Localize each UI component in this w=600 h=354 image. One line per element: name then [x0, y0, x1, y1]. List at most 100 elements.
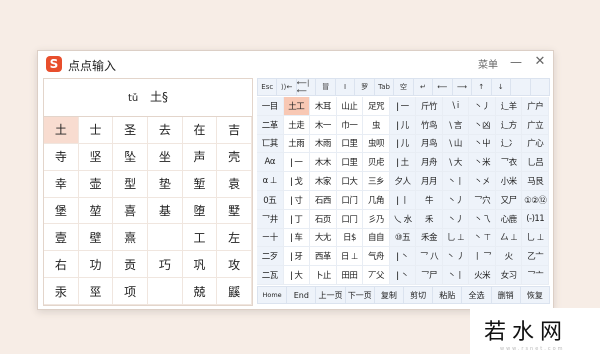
candidate-cell[interactable]: 左 [217, 224, 252, 252]
stroke-cell[interactable]: 广立 [522, 115, 549, 135]
stroke-cell[interactable]: 乛井 [257, 209, 284, 229]
stroke-cell[interactable]: 月舟 [416, 153, 443, 173]
stroke-cell[interactable]: 马艮 [522, 172, 549, 191]
stroke-cell[interactable]: \ 大 [442, 153, 470, 173]
stroke-cell[interactable]: ǀ 大 [283, 266, 311, 285]
toolbar-key[interactable]: ↓ [490, 78, 512, 96]
candidate-cell[interactable]: 贡 [113, 251, 148, 279]
stroke-cell[interactable]: ǀ 丶 [389, 266, 417, 285]
stroke-cell[interactable]: 0五 [257, 190, 284, 210]
stroke-cell[interactable]: 口里 [336, 153, 364, 173]
stroke-cell[interactable]: ǀ 土 [389, 153, 417, 173]
stroke-cell[interactable]: 丶米 [469, 153, 496, 173]
toolbar-key[interactable]: ⟶ [451, 78, 473, 96]
stroke-cell[interactable]: 口里 [336, 134, 364, 154]
stroke-cell[interactable]: 卜止 [310, 266, 337, 285]
stroke-cell[interactable]: 丶屮 [469, 134, 496, 154]
stroke-cell[interactable]: 日 ⊥ [336, 247, 364, 267]
candidate-cell[interactable]: 堑 [182, 170, 218, 198]
stroke-cell[interactable]: \ i [442, 97, 470, 116]
candidate-cell[interactable]: 巧 [148, 251, 183, 279]
candidate-cell[interactable]: 功 [78, 251, 114, 279]
menu-button[interactable]: 菜单 [478, 56, 498, 71]
stroke-cell[interactable]: (-)11 [522, 209, 549, 229]
stroke-cell[interactable]: 辶方 [495, 115, 523, 135]
candidate-cell[interactable]: 壁 [78, 224, 114, 252]
stroke-cell[interactable]: 气舟 [363, 247, 390, 267]
edit-key[interactable]: 下一页 [344, 286, 375, 304]
toolbar-key[interactable]: ↑ [471, 78, 492, 96]
candidate-cell[interactable]: 去 [148, 117, 183, 144]
candidate-cell[interactable]: 兢 [182, 278, 218, 305]
stroke-cell[interactable]: 火 [495, 247, 523, 267]
stroke-cell[interactable]: 木雨 [310, 134, 337, 154]
candidate-cell[interactable]: 坚 [78, 143, 114, 171]
stroke-cell[interactable]: 土走 [283, 115, 311, 135]
toolbar-key[interactable]: Ⅰ [334, 78, 356, 96]
stroke-cell[interactable]: 自自 [363, 228, 390, 248]
candidate-cell[interactable]: 熹 [113, 224, 148, 252]
stroke-cell[interactable]: ǀ 一 [389, 97, 417, 116]
stroke-cell[interactable]: 田田 [336, 266, 364, 285]
stroke-cell[interactable]: ①②⑫ [522, 190, 549, 210]
toolbar-key[interactable] [510, 78, 531, 96]
stroke-cell[interactable]: 丶 丿 [442, 247, 470, 267]
stroke-cell[interactable]: 月月 [416, 172, 443, 191]
title-bar[interactable]: S 点点输入 菜单 — ✕ [38, 51, 553, 77]
edit-key[interactable]: 粘贴 [432, 286, 463, 304]
stroke-cell[interactable]: 二瓦 [257, 266, 284, 285]
stroke-cell[interactable]: ǀ 牙 [283, 247, 311, 267]
minimize-button[interactable]: — [508, 53, 524, 71]
stroke-cell[interactable]: 斤竹 [416, 97, 443, 116]
stroke-cell[interactable]: ㄧ十 [257, 228, 284, 248]
stroke-cell[interactable]: 丨 乛 [469, 247, 496, 267]
candidate-cell[interactable]: 坠 [113, 143, 148, 171]
toolbar-key[interactable]: 冒 [315, 78, 336, 96]
stroke-cell[interactable]: 火米 [469, 266, 496, 285]
candidate-cell[interactable]: 型 [113, 170, 148, 198]
stroke-cell[interactable]: 乛衣 [495, 153, 523, 173]
stroke-cell[interactable]: 乚吕 [522, 153, 549, 173]
stroke-cell[interactable]: 石页 [310, 209, 337, 229]
edit-key[interactable]: End [286, 286, 317, 304]
stroke-cell[interactable]: 木木 [310, 153, 337, 173]
stroke-cell[interactable]: 口门 [336, 190, 364, 210]
candidate-cell[interactable]: 墅 [217, 197, 252, 225]
stroke-cell[interactable]: 山止 [336, 97, 364, 116]
stroke-cell[interactable]: 石西 [310, 190, 337, 210]
candidate-cell[interactable]: 巩 [182, 251, 218, 279]
stroke-cell[interactable]: 丆父 [363, 266, 390, 285]
stroke-cell[interactable]: 几角 [363, 190, 390, 210]
stroke-cell[interactable]: 丶 ⊤ [469, 228, 496, 248]
stroke-cell[interactable]: ǀ 丨 [389, 190, 417, 210]
toolbar-key[interactable]: ⟩⟩← [276, 78, 297, 96]
candidate-cell[interactable]: 堡 [44, 197, 79, 225]
stroke-cell[interactable]: 贝虍 [363, 153, 390, 173]
candidate-cell[interactable]: 项 [113, 278, 148, 305]
stroke-cell[interactable]: ǀ 寸 [283, 190, 311, 210]
stroke-cell[interactable]: 丶凶 [469, 115, 496, 135]
stroke-cell[interactable]: 广户 [522, 97, 549, 116]
toolbar-key[interactable]: Esc [257, 78, 278, 96]
candidate-cell[interactable]: 声 [182, 143, 218, 171]
edit-key[interactable]: 删销 [490, 286, 521, 304]
stroke-cell[interactable]: 月鸟 [416, 134, 443, 154]
candidate-cell[interactable]: 吉 [217, 117, 252, 144]
toolbar-key[interactable]: 罗 [354, 78, 375, 96]
stroke-cell[interactable]: 彡乃 [363, 209, 390, 229]
candidate-cell[interactable]: 壳 [217, 143, 252, 171]
candidate-cell[interactable]: 堕 [182, 197, 218, 225]
candidate-cell[interactable] [148, 224, 183, 252]
stroke-cell[interactable]: 土工 [283, 97, 311, 116]
stroke-cell[interactable]: 口大 [336, 172, 364, 191]
stroke-cell[interactable]: 乚 ⊥ [442, 228, 470, 248]
stroke-cell[interactable]: 乙亠 [522, 247, 549, 267]
stroke-cell[interactable]: 土雨 [283, 134, 311, 154]
stroke-cell[interactable]: ⑩五 [389, 228, 417, 248]
candidate-cell[interactable]: 喜 [113, 197, 148, 225]
stroke-cell[interactable]: 丶丿 [469, 97, 496, 116]
stroke-cell[interactable]: 丶丿 [442, 190, 470, 210]
stroke-cell[interactable]: 乛亠 [522, 266, 549, 285]
candidate-cell[interactable]: 基 [148, 197, 183, 225]
candidate-cell[interactable]: 圣 [113, 117, 148, 144]
